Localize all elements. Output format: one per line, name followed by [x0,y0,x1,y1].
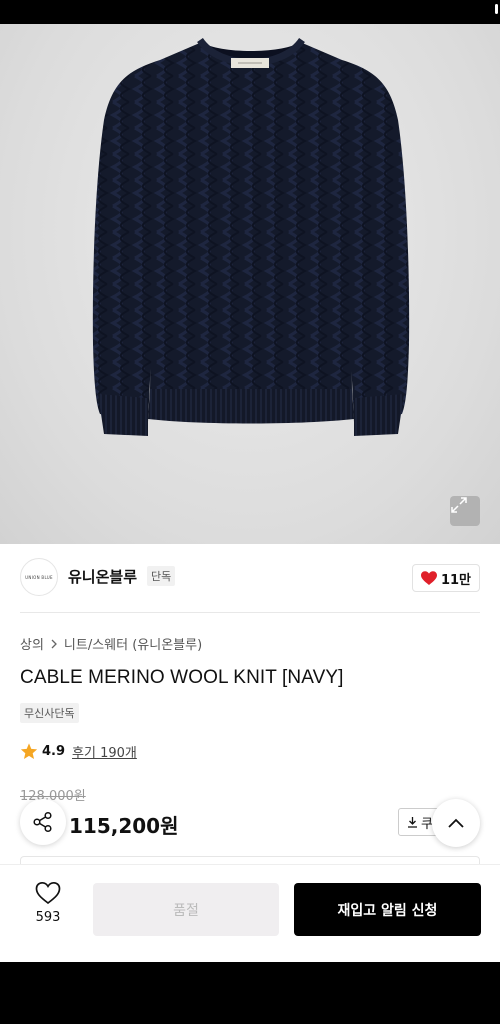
sale-price: 115,200원 [69,814,179,838]
exclusive-badge: 무신사단독 [20,703,79,723]
next-section-card [20,856,480,864]
brand-row: UNION BLUE 유니온블루 단독 11만 [20,558,480,600]
status-indicator [495,4,498,14]
breadcrumb-category[interactable]: 상의 [20,634,44,653]
status-bar [0,0,500,24]
star-icon [20,743,38,759]
breadcrumb-subcategory[interactable]: 니트/스웨터 (유니온블루) [64,634,202,653]
chevron-right-icon [51,639,57,648]
expand-icon [451,497,467,513]
sweater-image [92,37,410,436]
heart-outline-icon [35,881,61,905]
divider [20,612,480,613]
system-nav-bar [0,962,500,1024]
brand-exclusive-tag: 단독 [147,566,176,586]
soldout-button: 품절 [93,883,279,936]
expand-button[interactable] [450,496,480,526]
product-image[interactable] [0,24,500,544]
scroll-top-button[interactable] [432,799,480,847]
rating-row: 4.9 후기 190개 [20,742,137,761]
share-button[interactable] [20,799,66,845]
share-icon [33,811,52,833]
wishlist-button[interactable]: 593 [24,881,72,937]
brand-logo-text: UNION BLUE [25,574,53,580]
like-button[interactable]: 11만 [411,564,480,592]
brand-logo[interactable]: UNION BLUE [20,558,58,596]
heart-filled-icon [420,570,437,585]
product-title: CABLE MERINO WOOL KNIT [NAVY] [20,667,344,688]
like-count: 11만 [440,572,471,588]
restock-alert-button[interactable]: 재입고 알림 신청 [294,883,481,936]
reviews-link[interactable]: 후기 190개 [72,742,137,761]
wishlist-count: 593 [35,910,61,925]
download-icon [408,817,417,828]
breadcrumb: 상의 니트/스웨터 (유니온블루) [20,634,202,653]
rating-score: 4.9 [42,744,66,759]
bottom-action-bar: 593 품절 재입고 알림 신청 [0,864,500,962]
brand-name[interactable]: 유니온블루 [68,566,137,587]
product-info: UNION BLUE 유니온블루 단독 11만 상의 니트/스웨터 (유니온블루… [0,544,500,864]
chevron-up-icon [448,818,464,828]
